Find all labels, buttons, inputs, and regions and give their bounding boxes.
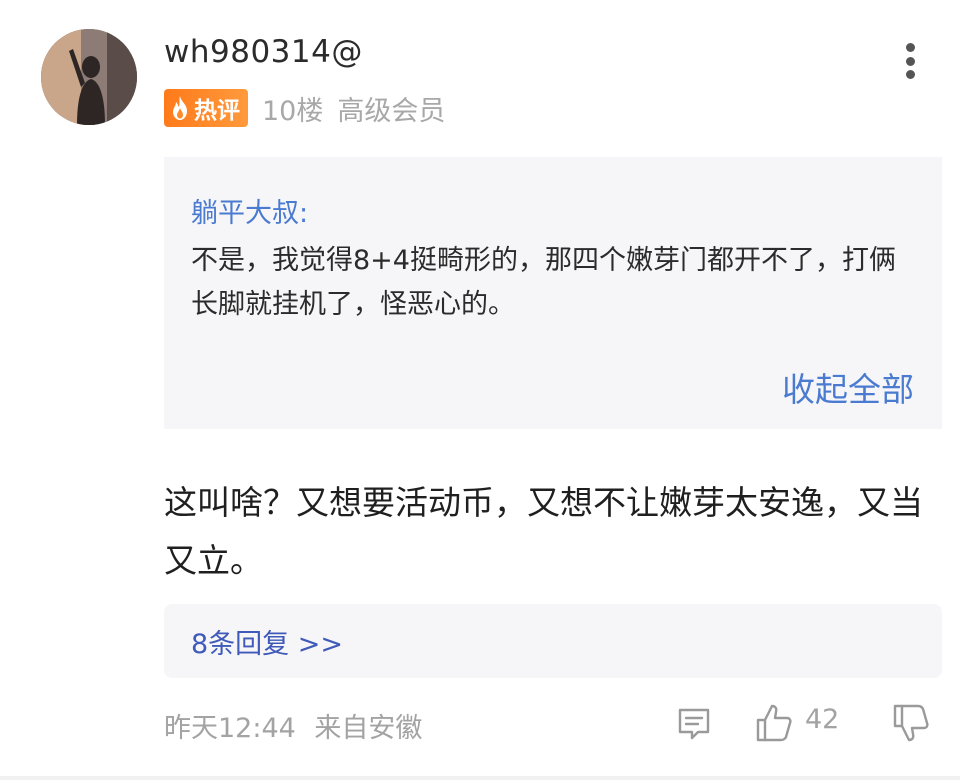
quoted-comment: 躺平大叔: 不是，我觉得8+4挺畸形的，那四个嫩芽门都开不了，打俩长脚就挂机了，… (164, 157, 942, 429)
quote-text: 不是，我觉得8+4挺畸形的，那四个嫩芽门都开不了，打俩长脚就挂机了，怪恶心的。 (191, 245, 896, 320)
comment-meta: 昨天12:44 来自安徽 (164, 706, 422, 745)
member-level: 高级会员 (337, 95, 446, 127)
avatar[interactable] (41, 29, 137, 125)
flame-icon (173, 96, 187, 120)
meta-row: 热评 10楼 高级会员 (164, 88, 445, 128)
comment-card: wh980314@ 热评 10楼 高级会员 躺平大叔: 不是，我觉得8+4挺畸形… (0, 0, 960, 780)
more-vertical-icon (905, 43, 915, 52)
divider (0, 776, 960, 780)
quote-author[interactable]: 躺平大叔: (191, 191, 308, 230)
more-options-button[interactable] (893, 40, 927, 82)
thumbs-down-icon[interactable] (889, 702, 931, 744)
hot-badge-label: 热评 (194, 98, 240, 124)
view-replies-button[interactable]: 8条回复 >> (164, 604, 942, 678)
more-dot (905, 70, 915, 79)
like-count: 42 (805, 704, 840, 735)
comment-time: 昨天12:44 (164, 713, 296, 744)
comment-location: 来自安徽 (314, 713, 423, 744)
replies-label: 8条回复 >> (191, 628, 344, 660)
username[interactable]: wh980314@ (164, 34, 363, 70)
hot-comment-badge: 热评 (164, 89, 248, 127)
floor-number: 10楼 (262, 95, 324, 127)
thumbs-up-icon[interactable] (754, 702, 794, 744)
comment-body: 这叫啥？又想要活动币，又想不让嫩芽太安逸，又当又立。 (164, 483, 923, 580)
collapse-all-link[interactable]: 收起全部 (782, 363, 914, 411)
more-dot (905, 56, 915, 66)
comment-icon[interactable] (674, 704, 714, 744)
